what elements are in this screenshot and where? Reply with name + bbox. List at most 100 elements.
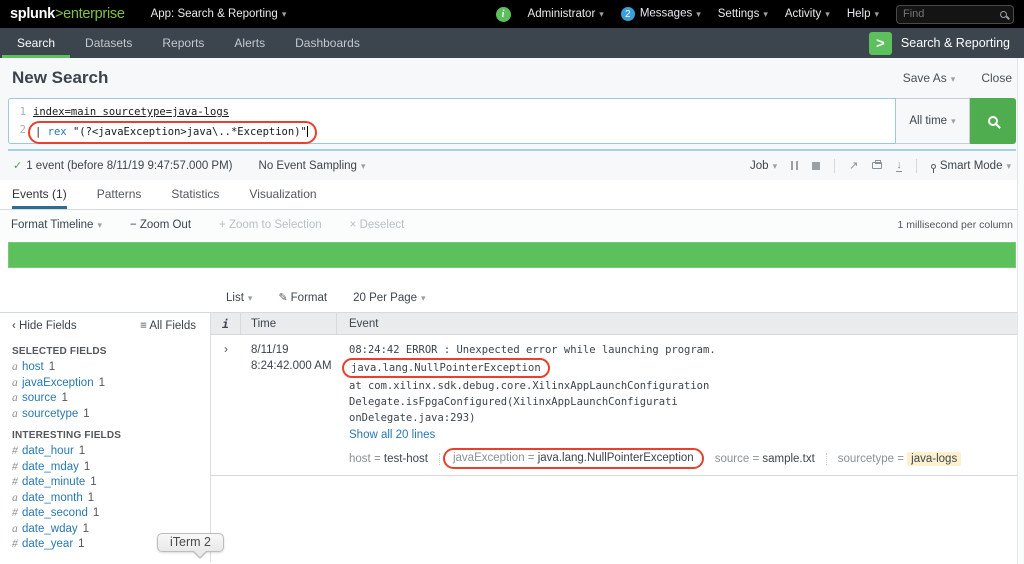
field-name: host (349, 452, 371, 465)
event-time: 8:24:42.000 AM (251, 360, 332, 372)
field-link[interactable]: date_month (22, 492, 83, 504)
search-mode-menu[interactable]: Smart Mode ▾ (930, 160, 1011, 173)
list-label: List (226, 291, 244, 304)
field-link[interactable]: date_hour (22, 445, 74, 457)
equals-sign: = (752, 452, 760, 465)
event-field-sourcetype: sourcetype = java-logs (838, 451, 972, 466)
field-count: 1 (83, 460, 91, 473)
scrollbar-track[interactable] (1017, 58, 1024, 564)
zoom-out-button[interactable]: − Zoom Out (130, 219, 191, 231)
field-link[interactable]: javaException (22, 377, 94, 389)
field-link[interactable]: date_second (22, 507, 88, 519)
job-controls: Job ▾ ↗ ↓ Smart Mode ▾ (750, 158, 1011, 173)
settings-menu[interactable]: Settings ▾ (718, 8, 768, 20)
field-value[interactable]: test-host (384, 453, 428, 465)
time-range-picker[interactable]: All time ▾ (896, 98, 970, 144)
export-icon[interactable]: ↓ (896, 159, 902, 172)
splunk-logo[interactable]: splunk>enterprise (10, 6, 125, 22)
field-count: 1 (78, 445, 86, 457)
field-value[interactable]: java.lang.NullPointerException (538, 452, 694, 464)
find-search-box[interactable] (896, 4, 1014, 24)
print-icon[interactable] (872, 160, 883, 169)
app-identity[interactable]: > Search & Reporting (868, 28, 1022, 58)
messages-menu[interactable]: 2 Messages ▾ (620, 7, 701, 21)
field-link[interactable]: date_wday (22, 523, 78, 535)
field-sourcetype[interactable]: a sourcetype 1 (12, 407, 210, 423)
job-menu[interactable]: Job ▾ (750, 160, 777, 172)
field-type-icon: # (12, 445, 18, 457)
help-menu[interactable]: Help ▾ (847, 8, 879, 20)
field-name: javaException (452, 452, 525, 464)
activity-menu[interactable]: Activity ▾ (785, 8, 830, 20)
event-line: java.lang.NullPointerException (342, 358, 1024, 378)
find-input[interactable] (903, 8, 1000, 20)
tab-statistics[interactable]: Statistics (171, 180, 219, 209)
field-link[interactable]: sourcetype (22, 408, 78, 420)
query-line-2[interactable]: | rex "(?<javaException>java\..*Exceptio… (28, 121, 317, 144)
nav-tab-reports[interactable]: Reports (147, 28, 219, 58)
pause-icon[interactable] (791, 161, 799, 170)
help-label: Help (846, 8, 871, 20)
field-type-icon: a (12, 376, 18, 389)
field-javaException[interactable]: a javaException 1 (12, 376, 210, 392)
stop-icon[interactable] (812, 161, 821, 170)
field-host[interactable]: a host 1 (12, 360, 210, 376)
field-source[interactable]: a source 1 (12, 391, 210, 407)
timeline-histogram-bar[interactable] (8, 242, 1016, 268)
field-link[interactable]: host (22, 361, 44, 373)
expand-event-icon[interactable]: › (211, 342, 241, 466)
hide-fields-button[interactable]: ‹ Hide Fields (12, 320, 77, 332)
search-query-input[interactable]: 1 2 index=main sourcetype=java-logs | re… (8, 98, 896, 144)
search-bar-row: 1 2 index=main sourcetype=java-logs | re… (8, 98, 1016, 144)
zoom-to-selection-button: + Zoom to Selection (219, 219, 322, 231)
field-value[interactable]: sample.txt (762, 453, 814, 465)
format-menu[interactable]: ✎ Format (278, 291, 327, 304)
query-text[interactable]: index=main sourcetype=java-logs | rex "(… (28, 103, 317, 144)
field-date_month[interactable]: a date_month 1 (12, 491, 210, 507)
user-menu[interactable]: Administrator ▾ (528, 8, 604, 20)
exception-text: java.lang.NullPointerException (351, 362, 541, 374)
chevron-down-icon: ▾ (772, 160, 778, 171)
nav-tab-alerts[interactable]: Alerts (219, 28, 280, 58)
save-as-button[interactable]: Save As ▾ (903, 71, 956, 85)
field-type-icon: a (12, 392, 18, 404)
search-icon[interactable] (1000, 10, 1007, 18)
time-column-header: Time (241, 313, 337, 334)
all-fields-button[interactable]: ≡ All Fields (140, 320, 196, 332)
per-page-menu[interactable]: 20 Per Page ▾ (353, 292, 425, 304)
tab-visualization[interactable]: Visualization (249, 180, 316, 209)
list-view-menu[interactable]: List ▾ (226, 292, 252, 304)
event-sampling-menu[interactable]: No Event Sampling ▾ (259, 160, 366, 172)
event-line: Delegate.isFpgaConfigured(XilinxAppLaunc… (349, 396, 678, 408)
field-date_mday[interactable]: # date_mday 1 (12, 460, 210, 476)
info-icon[interactable]: i (495, 6, 511, 22)
close-button[interactable]: Close (981, 71, 1012, 85)
field-date_minute[interactable]: # date_minute 1 (12, 475, 210, 491)
chevron-down-icon: ▾ (599, 9, 604, 19)
nav-tab-search[interactable]: Search (2, 28, 70, 58)
field-date_second[interactable]: # date_second 1 (12, 506, 210, 522)
tab-patterns[interactable]: Patterns (97, 180, 142, 209)
show-all-lines-link[interactable]: Show all 20 lines (349, 426, 1024, 444)
share-icon[interactable]: ↗ (849, 159, 858, 172)
field-value[interactable]: java-logs (907, 451, 962, 466)
rex-args: "(?<javaException>java\..*Exception)" (66, 126, 307, 138)
user-menu-label: Administrator (527, 8, 596, 20)
field-link[interactable]: date_minute (22, 476, 85, 488)
messages-label: Messages (639, 7, 693, 20)
field-link[interactable]: date_year (22, 538, 73, 550)
format-timeline-menu[interactable]: Format Timeline ▾ (11, 219, 102, 231)
field-link[interactable]: date_mday (22, 461, 79, 473)
query-line-1[interactable]: index=main sourcetype=java-logs (33, 103, 317, 121)
field-link[interactable]: source (22, 392, 57, 404)
nav-tab-dashboards[interactable]: Dashboards (280, 28, 375, 58)
event-timestamp: 8/11/19 8:24:42.000 AM (241, 342, 337, 466)
tab-events[interactable]: Events (1) (12, 180, 67, 209)
settings-label: Settings (717, 8, 760, 20)
field-count: 1 (78, 538, 85, 550)
fields-sidebar: ‹ Hide Fields ≡ All Fields SELECTED FIEL… (0, 313, 211, 562)
field-date_hour[interactable]: # date_hour 1 (12, 444, 210, 460)
run-search-button[interactable] (970, 98, 1016, 144)
nav-tab-datasets[interactable]: Datasets (70, 28, 147, 58)
app-menu[interactable]: App: Search & Reporting ▾ (151, 8, 287, 20)
